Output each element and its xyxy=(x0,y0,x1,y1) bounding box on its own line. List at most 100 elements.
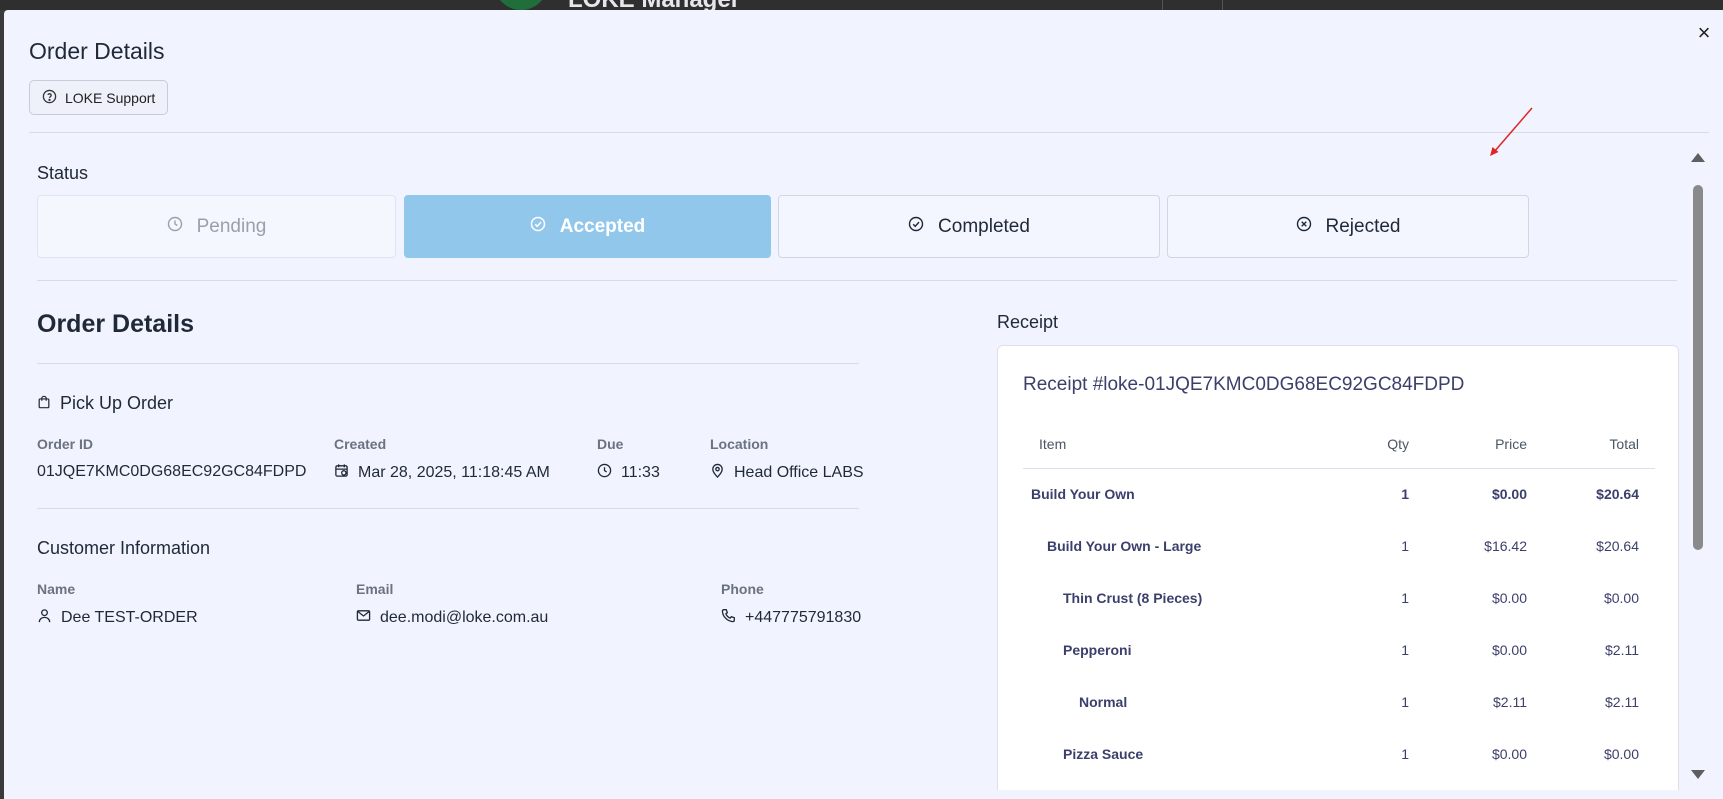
email-text: dee.modi@loke.com.au xyxy=(380,609,549,626)
scroll-down-arrow-icon[interactable] xyxy=(1691,770,1705,779)
status-accepted-button[interactable]: Accepted xyxy=(404,195,771,258)
item-cell: Build Your Own xyxy=(1031,486,1135,503)
qty-cell: 1 xyxy=(1401,538,1409,554)
price-cell: $16.42 xyxy=(1484,538,1527,554)
name-text: Dee TEST-ORDER xyxy=(61,609,198,626)
email-label: Email xyxy=(356,581,394,597)
x-circle-icon xyxy=(1296,216,1312,238)
name-label: Name xyxy=(37,581,76,597)
order-type: Pick Up Order xyxy=(37,393,173,414)
status-label: Completed xyxy=(938,215,1030,237)
item-cell: Build Your Own - Large xyxy=(1047,538,1202,554)
phone-value: +447775791830 xyxy=(721,608,861,628)
check-circle-icon xyxy=(530,216,546,238)
total-cell: $20.64 xyxy=(1596,486,1639,503)
background-app-header: LOKE Manager xyxy=(0,0,1723,10)
total-cell: $20.64 xyxy=(1596,538,1639,554)
loke-support-button[interactable]: LOKE Support xyxy=(29,80,169,115)
total-cell: $0.00 xyxy=(1603,590,1639,606)
phone-label: Phone xyxy=(721,581,764,597)
item-cell: Pepperoni xyxy=(1063,642,1132,658)
created-label: Created xyxy=(334,436,387,452)
total-cell: $2.11 xyxy=(1605,642,1639,658)
status-label: Rejected xyxy=(1325,215,1401,237)
column-header-qty: Qty xyxy=(1335,420,1425,469)
name-value: Dee TEST-ORDER xyxy=(37,608,198,628)
header-divider xyxy=(1222,0,1223,10)
status-label: Pending xyxy=(196,215,267,237)
total-cell: $0.00 xyxy=(1603,746,1639,762)
modal-scroll-content: Status Pending Accepted Completed Reject… xyxy=(37,150,1692,790)
due-label: Due xyxy=(597,436,624,452)
receipt-title: Receipt #loke-01JQE7KMC0DG68EC92GC84FDPD xyxy=(1023,374,1465,395)
total-cell: $2.11 xyxy=(1605,694,1639,710)
help-circle-icon xyxy=(42,89,57,107)
app-title: LOKE Manager xyxy=(568,0,740,10)
annotation-arrow-icon xyxy=(1490,107,1533,156)
order-details-heading: Order Details xyxy=(37,310,195,338)
calendar-icon xyxy=(334,463,349,483)
close-button[interactable]: × xyxy=(1693,22,1715,44)
receipt-heading: Receipt xyxy=(997,312,1059,332)
item-cell: Normal xyxy=(1079,694,1128,710)
status-completed-button[interactable]: Completed xyxy=(778,195,1160,258)
divider xyxy=(37,508,859,509)
email-value: dee.modi@loke.com.au xyxy=(356,608,548,628)
divider xyxy=(37,363,859,364)
column-header-item: Item xyxy=(1023,420,1335,469)
phone-icon xyxy=(721,608,736,628)
status-heading: Status xyxy=(37,163,89,183)
clock-icon xyxy=(167,216,183,238)
support-label: LOKE Support xyxy=(65,89,156,106)
qty-cell: 1 xyxy=(1401,486,1409,503)
receipt-table: Item Qty Price Total Build Your Own 1 $0… xyxy=(1023,420,1655,780)
shopping-bag-icon xyxy=(37,393,51,414)
customer-info-heading: Customer Information xyxy=(37,538,211,558)
order-type-label: Pick Up Order xyxy=(60,393,174,413)
qty-cell: 1 xyxy=(1401,694,1409,710)
check-circle-icon xyxy=(908,216,924,238)
user-icon xyxy=(37,608,52,628)
table-row: Pizza Sauce 1 $0.00 $0.00 xyxy=(1023,728,1655,780)
status-pending-button[interactable]: Pending xyxy=(37,195,396,258)
status-label: Accepted xyxy=(559,215,646,237)
table-row: Normal 1 $2.11 $2.11 xyxy=(1023,676,1655,728)
status-rejected-button[interactable]: Rejected xyxy=(1167,195,1529,258)
app-logo xyxy=(494,0,548,10)
item-cell: Thin Crust (8 Pieces) xyxy=(1063,590,1203,606)
status-button-group: Pending Accepted Completed Rejected xyxy=(37,195,1677,258)
header-divider xyxy=(1162,0,1163,10)
qty-cell: 1 xyxy=(1401,642,1409,658)
table-row: Build Your Own 1 $0.00 $20.64 xyxy=(1023,468,1655,520)
receipt-card: Receipt #loke-01JQE7KMC0DG68EC92GC84FDPD… xyxy=(997,345,1679,790)
item-cell: Pizza Sauce xyxy=(1063,746,1144,762)
location-text: Head Office LABS xyxy=(734,464,864,481)
scroll-up-arrow-icon[interactable] xyxy=(1691,153,1705,162)
order-id-text: 01JQE7KMC0DG68EC92GC84FDPD xyxy=(37,463,307,480)
due-text: 11:33 xyxy=(621,464,660,481)
price-cell: $0.00 xyxy=(1491,590,1527,606)
scrollbar-thumb[interactable] xyxy=(1693,185,1703,550)
price-cell: $2.11 xyxy=(1493,694,1527,710)
clock-icon xyxy=(597,463,612,483)
order-id-label: Order ID xyxy=(37,436,94,452)
qty-cell: 1 xyxy=(1401,590,1409,606)
phone-text: +447775791830 xyxy=(745,609,862,626)
price-cell: $0.00 xyxy=(1491,642,1527,658)
price-cell: $0.00 xyxy=(1491,486,1527,503)
divider xyxy=(37,280,1677,281)
column-header-total: Total xyxy=(1543,420,1655,469)
order-id-value: 01JQE7KMC0DG68EC92GC84FDPD xyxy=(37,463,306,481)
map-pin-icon xyxy=(710,463,725,483)
order-details-modal: × Order Details LOKE Support Status Pend… xyxy=(4,10,1723,799)
qty-cell: 1 xyxy=(1401,746,1409,762)
price-cell: $0.00 xyxy=(1491,746,1527,762)
table-row: Pepperoni 1 $0.00 $2.11 xyxy=(1023,624,1655,676)
created-value: Mar 28, 2025, 11:18:45 AM xyxy=(334,463,550,483)
divider xyxy=(29,132,1709,133)
mail-icon xyxy=(356,608,371,628)
created-text: Mar 28, 2025, 11:18:45 AM xyxy=(358,464,550,481)
column-header-price: Price xyxy=(1425,420,1543,469)
modal-scrollbar[interactable] xyxy=(1688,151,1706,781)
location-value: Head Office LABS xyxy=(710,463,864,483)
